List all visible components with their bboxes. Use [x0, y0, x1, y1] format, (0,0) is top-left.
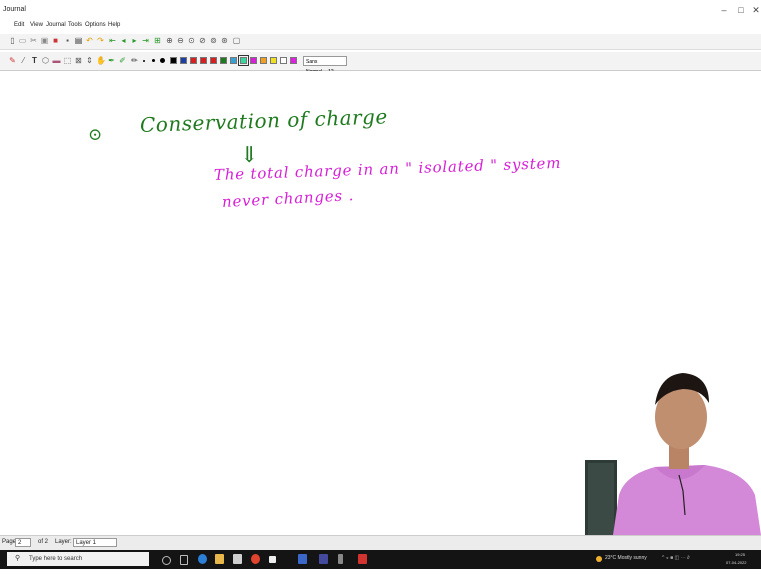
- text-tool-icon[interactable]: T: [30, 56, 39, 65]
- minimize-button[interactable]: –: [716, 5, 732, 15]
- color-magenta[interactable]: [250, 57, 257, 64]
- acrobat-app-icon[interactable]: [358, 554, 367, 564]
- menu-help[interactable]: Help: [108, 22, 120, 28]
- undo-icon[interactable]: ↶: [85, 36, 94, 45]
- statement-line-2: never changes .: [221, 186, 355, 211]
- menu-journal[interactable]: Journal: [46, 22, 66, 28]
- thin-thickness-button[interactable]: [143, 60, 145, 62]
- ruler-icon[interactable]: ▬: [52, 56, 61, 65]
- menu-edit[interactable]: Edit: [14, 22, 24, 28]
- store-icon[interactable]: [233, 554, 242, 564]
- shape-recognizer-icon[interactable]: ⬡: [41, 56, 50, 65]
- close-button[interactable]: ✕: [748, 5, 761, 16]
- last-page-icon[interactable]: ⇥: [141, 36, 150, 45]
- weather-text[interactable]: 23°C Mostly sunny: [605, 555, 647, 561]
- zoom-in-icon[interactable]: ⊕: [165, 36, 174, 45]
- color-yellow[interactable]: [270, 57, 277, 64]
- weather-icon[interactable]: [596, 556, 602, 562]
- fullscreen-icon[interactable]: ▢: [232, 36, 241, 45]
- page-of-label: of 2: [38, 539, 49, 545]
- menu-options[interactable]: Options: [85, 22, 106, 28]
- cut-icon[interactable]: ✂: [29, 36, 38, 45]
- tools-toolbar: ✎ ⁄ T ⬡ ▬ ⬚ ⊠ ⇕ ✋ ✒ ✐ ✏ Sans Normal12: [0, 52, 761, 75]
- presenter-video-overlay: [585, 373, 761, 535]
- color-light-green[interactable]: [238, 55, 249, 66]
- xournal-app-icon[interactable]: [269, 556, 276, 563]
- statement-line-1: The total charge in an " isolated " syst…: [213, 153, 562, 184]
- bullet-mark: ⊙: [88, 125, 103, 145]
- zoom-set-icon[interactable]: ⊛: [220, 36, 229, 45]
- main-toolbar: ▯ ▭ ✂ ▣ ■ ▪ ▤ ↶ ↷ ⇤ ◂ ▸ ⇥ ⊞ ⊕ ⊖ ⊙ ⊘ ⊚ ⊛ …: [0, 34, 761, 50]
- title-bar: Journal – □ ✕: [0, 5, 761, 19]
- color-light-blue[interactable]: [230, 57, 237, 64]
- copy-icon[interactable]: ▣: [40, 36, 49, 45]
- pen-thickness-icon[interactable]: ✏: [130, 56, 139, 65]
- color-blue[interactable]: [180, 57, 187, 64]
- paste-icon[interactable]: ■: [51, 36, 60, 45]
- first-page-icon[interactable]: ⇤: [108, 36, 117, 45]
- search-icon: ⚲: [15, 555, 21, 562]
- zoom-page-width-icon[interactable]: ⊘: [198, 36, 207, 45]
- medium-thickness-button[interactable]: [152, 59, 155, 62]
- color-white[interactable]: [280, 57, 287, 64]
- next-page-icon[interactable]: ▸: [130, 36, 139, 45]
- search-placeholder: Type here to search: [29, 556, 83, 562]
- zoom-normal-icon[interactable]: ⊙: [187, 36, 196, 45]
- previous-page-icon[interactable]: ◂: [119, 36, 128, 45]
- select-rectangle-icon[interactable]: ⊠: [74, 56, 83, 65]
- default-highlighter-icon[interactable]: ✐: [118, 56, 127, 65]
- menu-bar: Edit View Journal Tools Options Help: [0, 21, 761, 32]
- color-dark-red[interactable]: [200, 57, 207, 64]
- clock-time[interactable]: 19:25: [735, 552, 745, 557]
- thick-thickness-button[interactable]: [160, 58, 165, 63]
- status-bar: Page 2 of 2 Layer: Layer 1: [0, 535, 761, 550]
- teams-app-icon[interactable]: [319, 554, 328, 564]
- system-tray-icons[interactable]: ^ ◒ ■ ◫ ⋯ ∂: [662, 555, 690, 561]
- file-explorer-icon[interactable]: [215, 554, 224, 564]
- hand-tool-icon[interactable]: ✋: [96, 56, 106, 65]
- menu-tools[interactable]: Tools: [68, 22, 82, 28]
- page-label: Page: [2, 539, 17, 545]
- heading-conservation-of-charge: Conservation of charge: [139, 104, 389, 137]
- color-pink[interactable]: [290, 57, 297, 64]
- color-orange[interactable]: [260, 57, 267, 64]
- pinned-app-icon[interactable]: [338, 554, 343, 564]
- clock-date[interactable]: 07-04-2022: [726, 560, 746, 565]
- eraser-tool-icon[interactable]: ⁄: [19, 56, 28, 65]
- select-region-icon[interactable]: ⬚: [63, 56, 72, 65]
- journal-app-window: Journal – □ ✕ Edit View Journal Tools Op…: [0, 0, 761, 576]
- color-green[interactable]: [220, 57, 227, 64]
- save-icon[interactable]: ▪: [63, 36, 72, 45]
- color-maroon[interactable]: [210, 57, 217, 64]
- layer-label: Layer:: [55, 539, 72, 545]
- color-black[interactable]: [170, 57, 177, 64]
- print-icon[interactable]: ▤: [74, 36, 83, 45]
- font-selector[interactable]: Sans Normal12: [303, 56, 347, 75]
- new-page-after-icon[interactable]: ⊞: [153, 36, 162, 45]
- zoom-fit-icon[interactable]: ⊚: [209, 36, 218, 45]
- taskbar-search-box[interactable]: ⚲ Type here to search: [7, 552, 149, 566]
- page-number-input[interactable]: 2: [15, 538, 31, 547]
- edge-browser-icon[interactable]: [198, 554, 207, 564]
- new-page-icon[interactable]: ▯: [8, 36, 17, 45]
- maximize-button[interactable]: □: [733, 5, 749, 15]
- layer-select[interactable]: Layer 1: [73, 538, 117, 547]
- open-file-icon[interactable]: ▭: [18, 36, 27, 45]
- cortana-icon[interactable]: [162, 556, 171, 565]
- zoom-out-icon[interactable]: ⊖: [176, 36, 185, 45]
- windows-taskbar: ⚲ Type here to search 23°C Mostly sunny …: [0, 550, 761, 569]
- pen-tool-icon[interactable]: ✎: [8, 56, 17, 65]
- redo-icon[interactable]: ↷: [96, 36, 105, 45]
- word-app-icon[interactable]: [298, 554, 307, 564]
- firefox-icon[interactable]: [251, 554, 260, 564]
- color-red[interactable]: [190, 57, 197, 64]
- window-title: Journal: [3, 6, 26, 13]
- task-view-icon[interactable]: [180, 555, 188, 565]
- menu-view[interactable]: View: [30, 22, 43, 28]
- default-pen-icon[interactable]: ✒: [107, 56, 116, 65]
- vertical-space-icon[interactable]: ⇕: [85, 56, 94, 65]
